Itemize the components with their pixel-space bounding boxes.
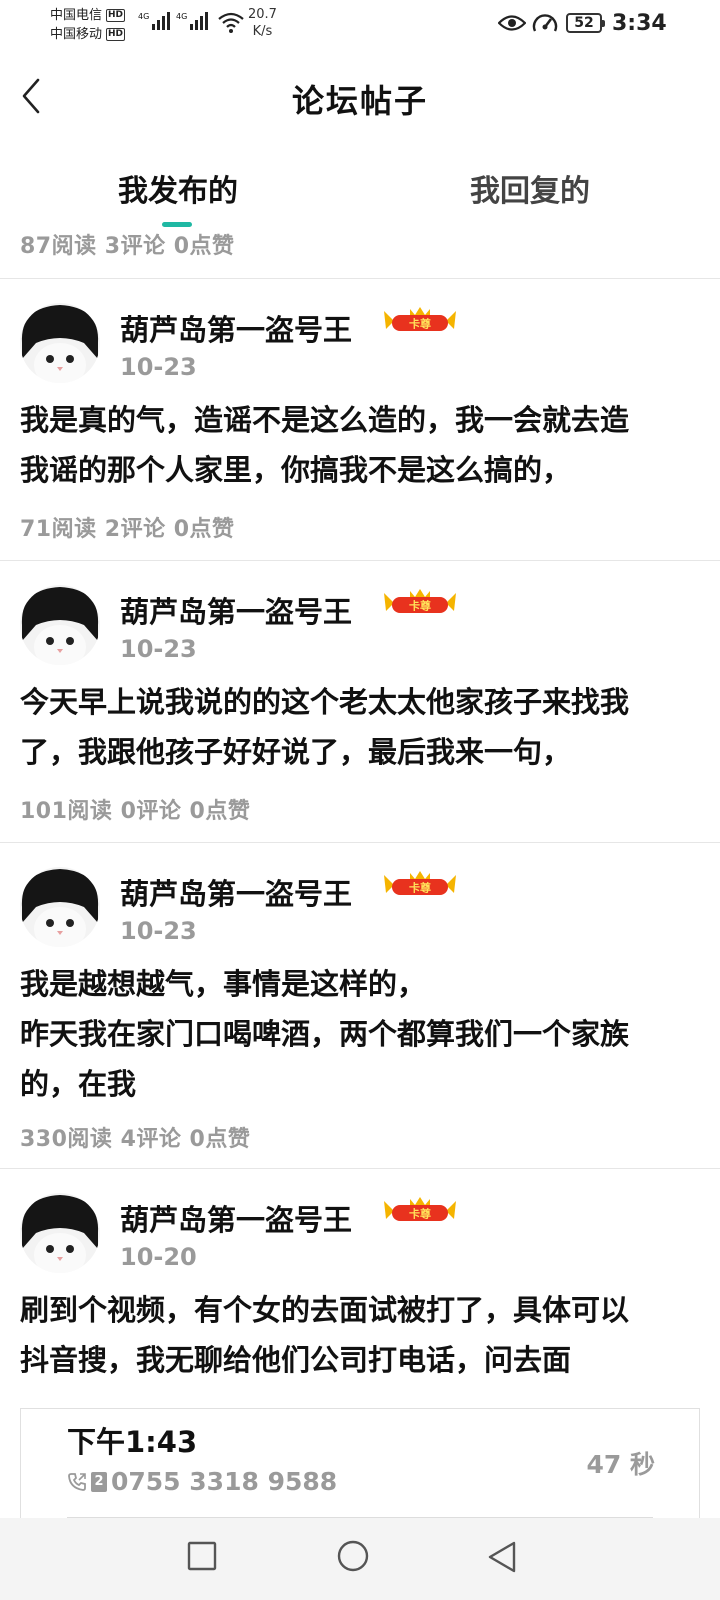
carrier-1: 中国电信 — [50, 8, 103, 23]
carrier-2: 中国移动 — [50, 27, 103, 42]
phone-number: 0755 3318 9588 — [111, 1467, 338, 1496]
call-time: 下午1:43 — [67, 1425, 198, 1459]
crown-badge-icon: 卡尊 — [384, 871, 456, 895]
post-stats: 101阅读 0评论 0点赞 — [20, 799, 251, 824]
post-stats: 330阅读 4评论 0点赞 — [20, 1127, 251, 1152]
post-feed[interactable]: 87阅读 3评论 0点赞 葫芦岛第一盗号王 卡尊 10-23 我是真的气，造谣不… — [0, 228, 720, 1518]
post-line: 抖音搜，我无聊给他们公司打电话，问去面 — [20, 1343, 572, 1377]
signal-icon-2: 4G — [176, 12, 209, 30]
crown-badge-icon: 卡尊 — [384, 589, 456, 613]
post-date: 10-23 — [120, 353, 197, 381]
post-username[interactable]: 葫芦岛第一盗号王 — [120, 589, 352, 631]
post-date: 10-23 — [120, 635, 197, 663]
post-username[interactable]: 葫芦岛第一盗号王 — [120, 307, 352, 349]
phone-icon — [68, 1472, 86, 1491]
status-bar: 中国电信 HD 中国移动 HD 4G 4G 20.7 K/s 52 3:34 — [0, 0, 720, 50]
signal-icon-1: 4G — [138, 12, 171, 30]
hd-badge-2: HD — [106, 28, 126, 41]
wifi-icon — [218, 12, 244, 33]
post-item[interactable]: 葫芦岛第一盗号王 卡尊 10-23 今天早上说我说的的这个老太太他家孩子来找我 … — [0, 560, 720, 842]
tab-replied[interactable]: 我回复的 — [410, 166, 650, 210]
system-nav-bar — [0, 1518, 720, 1600]
post-line: 我是越想越气，事情是这样的， — [20, 967, 427, 1001]
network-speed: 20.7 K/s — [248, 6, 277, 40]
avatar[interactable] — [20, 867, 100, 947]
badge-label: 卡尊 — [409, 881, 431, 895]
crown-badge-icon: 卡尊 — [384, 1197, 456, 1221]
avatar[interactable] — [20, 585, 100, 665]
active-tab-indicator — [162, 222, 192, 227]
badge-label: 卡尊 — [409, 1207, 431, 1221]
call-number-row: 2 0755 3318 9588 — [67, 1467, 337, 1496]
post-stats: 87阅读 3评论 0点赞 — [20, 234, 235, 259]
post-date: 10-20 — [120, 1243, 197, 1271]
post-item[interactable]: 葫芦岛第一盗号王 卡尊 10-23 我是真的气，造谣不是这么造的，我一会就去造 … — [0, 278, 720, 560]
carrier-info: 中国电信 HD 中国移动 HD — [50, 6, 126, 44]
post-item-partial[interactable]: 87阅读 3评论 0点赞 — [0, 228, 720, 278]
speed-value: 20.7 — [248, 7, 277, 22]
post-line: 我谣的那个人家里，你搞我不是这么搞的， — [20, 453, 572, 487]
post-line: 了，我跟他孩子好好说了，最后我来一句， — [20, 735, 572, 769]
circle-nav-icon[interactable] — [336, 1540, 370, 1574]
sim-icon: 2 — [91, 1471, 107, 1492]
post-stats: 71阅读 2评论 0点赞 — [20, 517, 235, 542]
crown-badge-icon: 卡尊 — [384, 307, 456, 331]
network-type-2: 4G — [176, 12, 188, 21]
square-nav-icon[interactable] — [186, 1540, 218, 1572]
post-username[interactable]: 葫芦岛第一盗号王 — [120, 871, 352, 913]
badge-label: 卡尊 — [409, 317, 431, 331]
post-date: 10-23 — [120, 917, 197, 945]
badge-label: 卡尊 — [409, 599, 431, 613]
post-line: 昨天我在家门口喝啤酒，两个都算我们一个家族 — [20, 1017, 630, 1051]
post-username[interactable]: 葫芦岛第一盗号王 — [120, 1197, 352, 1239]
speed-unit: K/s — [252, 24, 273, 39]
hd-badge-1: HD — [106, 9, 126, 22]
post-content[interactable]: 今天早上说我说的的这个老太太他家孩子来找我 了，我跟他孩子好好说了，最后我来一句… — [20, 677, 710, 777]
post-line: 的，在我 — [20, 1067, 137, 1101]
gauge-icon — [532, 14, 558, 32]
post-content[interactable]: 我是真的气，造谣不是这么造的，我一会就去造 我谣的那个人家里，你搞我不是这么搞的… — [20, 395, 710, 495]
post-line: 今天早上说我说的的这个老太太他家孩子来找我 — [20, 685, 630, 719]
post-content[interactable]: 我是越想越气，事情是这样的， 昨天我在家门口喝啤酒，两个都算我们一个家族 的，在… — [20, 959, 710, 1109]
tab-published[interactable]: 我发布的 — [58, 166, 298, 210]
triangle-nav-icon[interactable] — [486, 1540, 518, 1574]
avatar[interactable] — [20, 1193, 100, 1273]
status-clock: 3:34 — [612, 11, 667, 36]
post-line: 刷到个视频，有个女的去面试被打了，具体可以 — [20, 1293, 630, 1327]
battery-indicator: 52 — [566, 13, 605, 33]
post-line: 我是真的气，造谣不是这么造的，我一会就去造 — [20, 403, 630, 437]
post-content[interactable]: 刷到个视频，有个女的去面试被打了，具体可以 抖音搜，我无聊给他们公司打电话，问去… — [20, 1285, 710, 1385]
call-duration: 47 秒 — [586, 1450, 656, 1479]
post-item[interactable]: 葫芦岛第一盗号王 卡尊 10-23 我是越想越气，事情是这样的， 昨天我在家门口… — [0, 842, 720, 1168]
page-title: 论坛帖子 — [291, 82, 428, 120]
avatar[interactable] — [20, 303, 100, 383]
eye-icon — [498, 15, 526, 31]
call-log-card[interactable]: 下午1:43 2 0755 3318 9588 47 秒 — [20, 1408, 700, 1518]
network-type-1: 4G — [138, 12, 150, 21]
